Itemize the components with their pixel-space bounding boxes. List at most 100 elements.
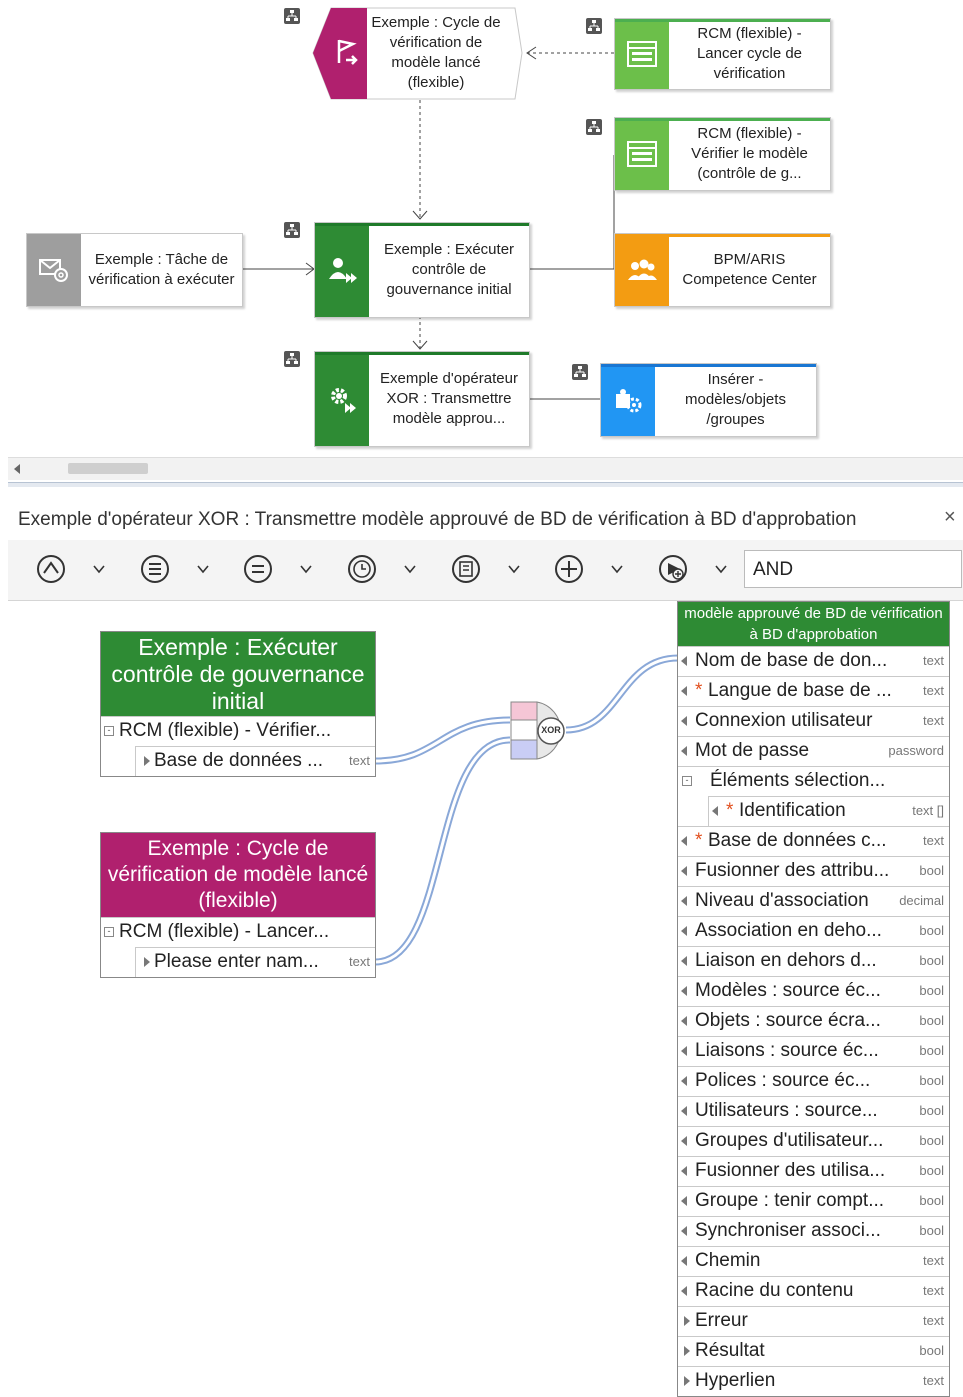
target-field-row[interactable]: Erreur text xyxy=(678,1306,949,1336)
add-operator-icon[interactable] xyxy=(658,554,688,584)
target-block[interactable]: modèle approuvé de BD de vérification à … xyxy=(677,601,950,1397)
target-field-label: Erreur xyxy=(695,1310,748,1331)
field-type: text xyxy=(923,1373,944,1388)
input-arrow-icon xyxy=(681,716,687,726)
output-arrow-icon xyxy=(684,1346,690,1356)
target-field-row[interactable]: Polices : source éc... bool xyxy=(678,1066,949,1096)
service-node-insert[interactable]: Insérer - modèles/objets /groupes xyxy=(600,363,817,437)
source-field-label: Please enter nam... xyxy=(154,951,319,972)
target-field-label: Association en deho... xyxy=(695,920,882,941)
assignment-icon[interactable] xyxy=(572,364,588,380)
horizontal-scrollbar[interactable] xyxy=(8,457,963,480)
source-field-row[interactable]: Please enter nam... text xyxy=(135,947,375,977)
equals-icon[interactable] xyxy=(243,554,273,584)
field-type: text xyxy=(349,954,370,969)
target-field-row[interactable]: Chemin text xyxy=(678,1246,949,1276)
assignment-icon[interactable] xyxy=(586,18,602,34)
org-node-competence[interactable]: BPM/ARIS Competence Center xyxy=(614,233,831,307)
target-field-row[interactable]: Fusionner des attribu... bool xyxy=(678,856,949,886)
target-field-row[interactable]: Fusionner des utilisa... bool xyxy=(678,1156,949,1186)
input-arrow-icon xyxy=(681,1016,687,1026)
field-type: bool xyxy=(919,1193,944,1208)
list-icon[interactable] xyxy=(140,554,170,584)
scroll-thumb[interactable] xyxy=(68,463,148,474)
collapse-icon[interactable]: - xyxy=(682,776,692,786)
assignment-icon[interactable] xyxy=(284,351,300,367)
target-field-row[interactable]: - Éléments sélection... xyxy=(678,766,949,796)
xor-operator[interactable]: XOR xyxy=(510,701,570,761)
operator-input[interactable]: AND xyxy=(744,550,962,588)
execute-func-label: Exemple : Exécuter contrôle de gouvernan… xyxy=(383,241,515,298)
plus-icon[interactable] xyxy=(554,554,584,584)
source-field-row[interactable]: Base de données ... text xyxy=(135,746,375,776)
field-type: bool xyxy=(919,1223,944,1238)
assignment-icon[interactable] xyxy=(284,8,300,24)
source-block-title: Exemple : Exécuter contrôle de gouvernan… xyxy=(101,632,375,716)
expand-arrow-icon xyxy=(144,957,150,967)
collapse-icon[interactable]: - xyxy=(104,927,114,937)
assignment-icon[interactable] xyxy=(586,119,602,135)
field-type: bool xyxy=(919,863,944,878)
target-field-row[interactable]: * Base de données c... text xyxy=(678,826,949,856)
input-arrow-icon xyxy=(681,1106,687,1116)
source-block-cycle[interactable]: Exemple : Cycle de vérification de modèl… xyxy=(100,832,376,978)
chevron-down-icon[interactable] xyxy=(507,562,521,576)
target-field-row[interactable]: Association en deho... bool xyxy=(678,916,949,946)
target-field-row[interactable]: Niveau d'association decimal xyxy=(678,886,949,916)
panel-title: Exemple d'opérateur XOR : Transmettre mo… xyxy=(18,509,857,530)
field-type: password xyxy=(888,743,944,758)
target-field-row[interactable]: Synchroniser associ... bool xyxy=(678,1216,949,1246)
chevron-down-icon[interactable] xyxy=(610,562,624,576)
target-field-row[interactable]: Modèles : source éc... bool xyxy=(678,976,949,1006)
target-field-row[interactable]: * Identification text [] xyxy=(708,796,949,826)
collapse-up-icon[interactable] xyxy=(36,554,66,584)
target-field-row[interactable]: Connexion utilisateur text xyxy=(678,706,949,736)
event-node-start[interactable]: Exemple : Cycle de vérification de modèl… xyxy=(311,7,523,100)
target-field-row[interactable]: Nom de base de don... text xyxy=(678,646,949,676)
chevron-down-icon[interactable] xyxy=(299,562,313,576)
close-icon[interactable]: × xyxy=(944,506,956,529)
mail-at-icon xyxy=(27,234,81,306)
source-block-execute[interactable]: Exemple : Exécuter contrôle de gouvernan… xyxy=(100,631,376,777)
input-arrow-icon xyxy=(681,986,687,996)
target-field-row[interactable]: Groupe : tenir compt... bool xyxy=(678,1186,949,1216)
chevron-down-icon[interactable] xyxy=(403,562,417,576)
target-field-row[interactable]: Liaison en dehors d... bool xyxy=(678,946,949,976)
chevron-down-icon[interactable] xyxy=(196,562,210,576)
event-start-label: Exemple : Cycle de vérification de modèl… xyxy=(371,14,501,91)
chevron-down-icon[interactable] xyxy=(714,562,728,576)
target-field-row[interactable]: Résultat bool xyxy=(678,1336,949,1366)
screen-icon xyxy=(615,19,669,89)
collapse-icon[interactable]: - xyxy=(104,726,114,736)
source-item-label: RCM (flexible) - Vérifier... xyxy=(119,720,332,741)
source-item-row[interactable]: - RCM (flexible) - Lancer... xyxy=(101,917,375,947)
scroll-left-icon[interactable] xyxy=(14,464,20,474)
function-node-execute[interactable]: Exemple : Exécuter contrôle de gouvernan… xyxy=(314,222,530,318)
target-field-row[interactable]: Utilisateurs : source... bool xyxy=(678,1096,949,1126)
chevron-down-icon[interactable] xyxy=(92,562,106,576)
function-node-xor[interactable]: Exemple d'opérateur XOR : Transmettre mo… xyxy=(314,351,530,447)
clock-icon[interactable] xyxy=(347,554,377,584)
target-field-row[interactable]: Hyperlien text xyxy=(678,1366,949,1396)
required-icon: * xyxy=(695,830,703,851)
target-field-row[interactable]: Racine du contenu text xyxy=(678,1276,949,1306)
panel-splitter[interactable] xyxy=(8,482,963,487)
source-item-row[interactable]: - RCM (flexible) - Vérifier... xyxy=(101,716,375,746)
screen-node-launch[interactable]: RCM (flexible) - Lancer cycle de vérific… xyxy=(614,18,831,90)
input-arrow-icon xyxy=(681,1226,687,1236)
input-arrow-icon xyxy=(681,956,687,966)
document-icon[interactable] xyxy=(451,554,481,584)
input-arrow-icon xyxy=(681,686,687,696)
source-item-label: RCM (flexible) - Lancer... xyxy=(119,921,330,942)
target-field-row[interactable]: Liaisons : source éc... bool xyxy=(678,1036,949,1066)
target-field-list: Nom de base de don... text * Langue de base… xyxy=(678,646,949,1396)
target-field-row[interactable]: Groupes d'utilisateur... bool xyxy=(678,1126,949,1156)
target-field-row[interactable]: * Langue de base de ... text xyxy=(678,676,949,706)
target-field-label: Base de données c... xyxy=(708,830,887,851)
target-field-row[interactable]: Mot de passe password xyxy=(678,736,949,766)
field-type: bool xyxy=(919,1133,944,1148)
target-field-row[interactable]: Objets : source écra... bool xyxy=(678,1006,949,1036)
screen-node-verify[interactable]: RCM (flexible) - Vérifier le modèle (con… xyxy=(614,117,831,191)
assignment-icon[interactable] xyxy=(284,222,300,238)
event-node-task[interactable]: Exemple : Tâche de vérification à exécut… xyxy=(26,233,243,307)
